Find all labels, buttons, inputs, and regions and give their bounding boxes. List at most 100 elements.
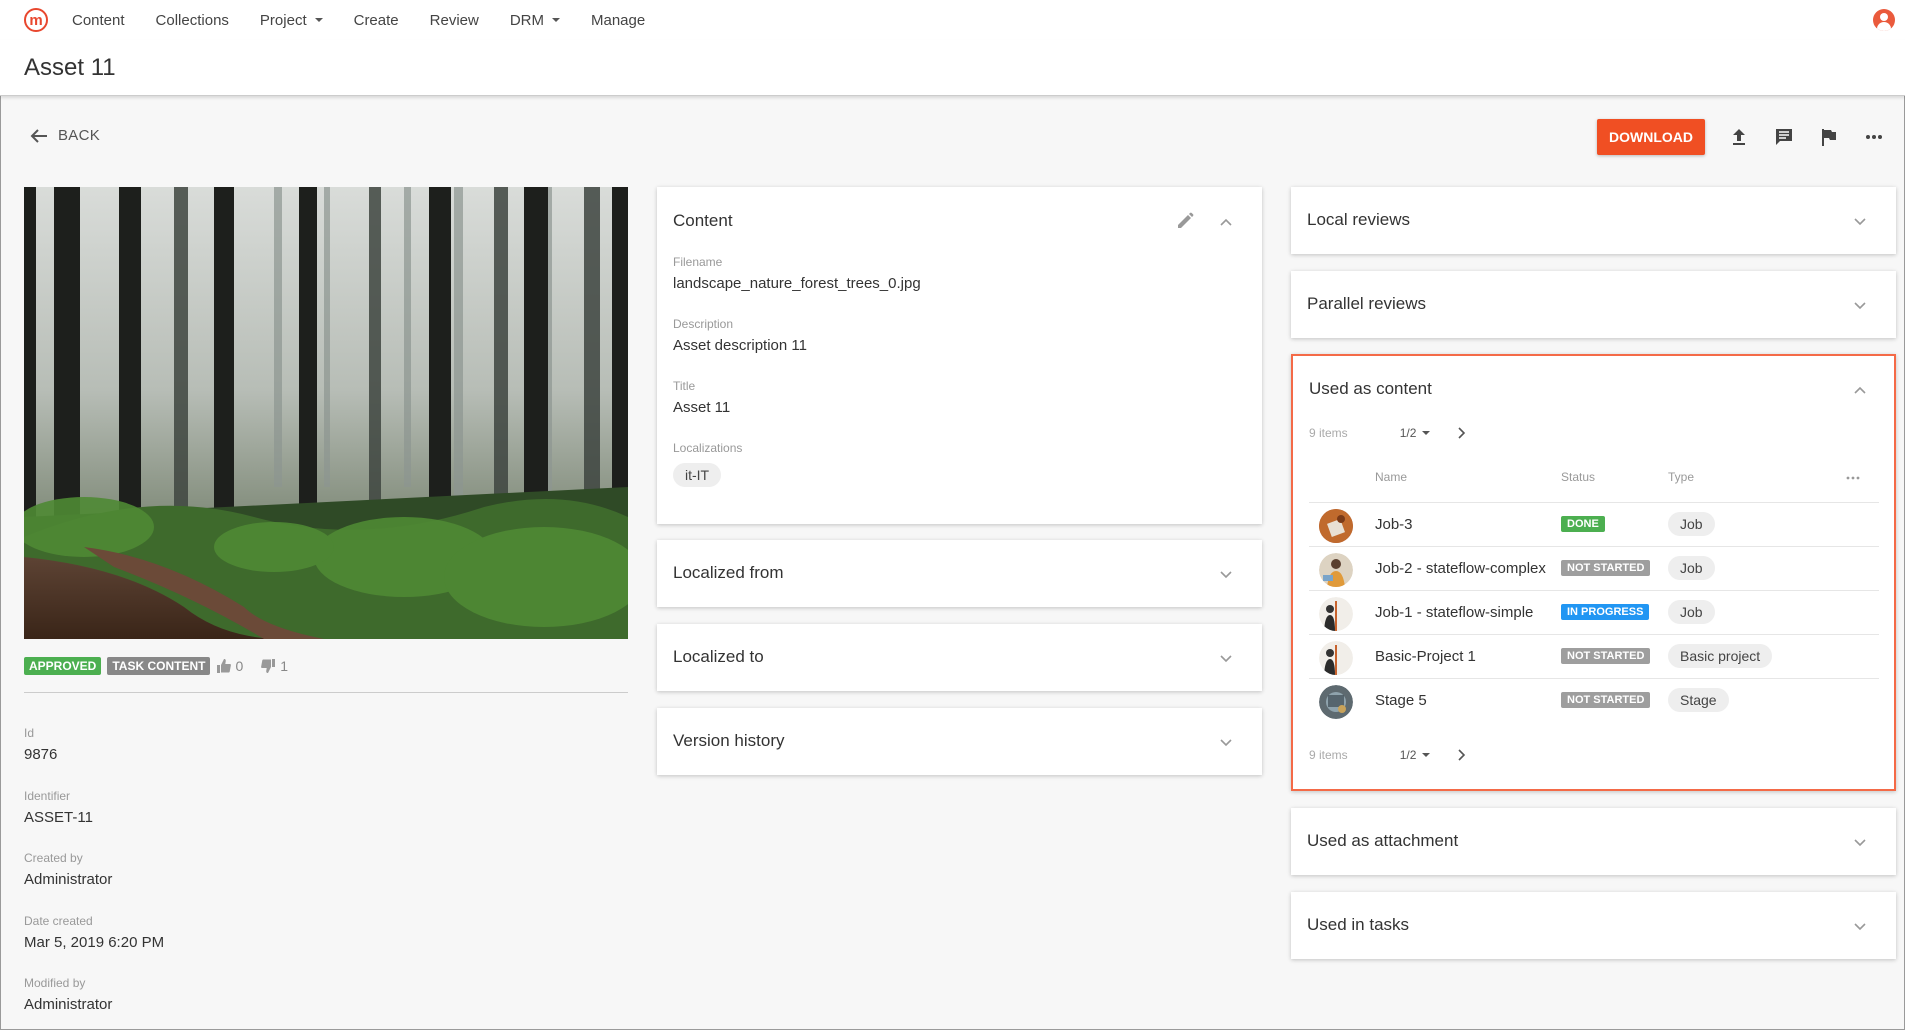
job-thumbnail xyxy=(1319,553,1353,587)
meta-label: Identifier xyxy=(24,788,71,803)
more-options-icon[interactable] xyxy=(1863,126,1885,148)
back-button[interactable]: BACK xyxy=(30,127,100,144)
download-button[interactable]: DOWNLOAD xyxy=(1597,119,1705,155)
version-history-card[interactable]: Version history xyxy=(657,708,1262,775)
upvote-button[interactable]: 0 xyxy=(216,658,243,674)
parallel-reviews-card[interactable]: Parallel reviews xyxy=(1291,271,1896,338)
meta-label: Id xyxy=(24,726,35,740)
chevron-right-icon[interactable] xyxy=(1456,749,1466,761)
nav-project[interactable]: Project xyxy=(260,12,323,29)
asset-preview-image[interactable] xyxy=(24,187,628,639)
row-name[interactable]: Job-2 - stateflow-complex xyxy=(1375,560,1546,577)
nav-create[interactable]: Create xyxy=(354,12,399,29)
localized-from-card[interactable]: Localized from xyxy=(657,540,1262,607)
downvote-count: 1 xyxy=(280,658,289,674)
page-select[interactable]: 1/2 xyxy=(1400,748,1431,762)
chevron-down-icon[interactable] xyxy=(1219,651,1233,665)
item-count: 9 items xyxy=(1309,748,1348,762)
status-badge: NOT STARTED xyxy=(1561,648,1651,664)
type-chip: Job xyxy=(1668,556,1715,580)
asset-toolbar: DOWNLOAD xyxy=(1597,119,1885,155)
used-in-tasks-card[interactable]: Used in tasks xyxy=(1291,892,1896,959)
used-as-attachment-card[interactable]: Used as attachment xyxy=(1291,808,1896,875)
table-row[interactable]: Stage 5 NOT STARTED Stage xyxy=(1309,678,1879,722)
pager-bottom: 9 items 1/2 xyxy=(1309,748,1466,762)
col-type[interactable]: Type xyxy=(1668,470,1694,484)
local-reviews-card[interactable]: Local reviews xyxy=(1291,187,1896,254)
chevron-up-icon[interactable] xyxy=(1853,383,1867,397)
meta-value: 9876 xyxy=(24,746,58,763)
pager-top: 9 items 1/2 xyxy=(1309,426,1466,440)
chevron-down-icon xyxy=(1422,753,1431,757)
arrow-left-icon xyxy=(30,128,47,143)
table-row[interactable]: Basic-Project 1 NOT STARTED Basic projec… xyxy=(1309,634,1879,678)
nav-collections[interactable]: Collections xyxy=(156,12,229,29)
localizations-label: Localizations xyxy=(673,441,743,455)
parallel-reviews-title: Parallel reviews xyxy=(1307,294,1427,313)
divider xyxy=(24,692,628,693)
table-row[interactable]: Job-3 DONE Job xyxy=(1309,502,1879,546)
used-as-attachment-title: Used as attachment xyxy=(1307,831,1459,850)
comment-icon[interactable] xyxy=(1773,126,1795,148)
meta-label: Modified by xyxy=(24,976,86,990)
status-badge: NOT STARTED xyxy=(1561,692,1651,708)
type-chip: Job xyxy=(1668,600,1715,624)
chevron-down-icon[interactable] xyxy=(1219,735,1233,749)
status-badge: NOT STARTED xyxy=(1561,560,1651,576)
downvote-button[interactable]: 1 xyxy=(261,658,288,674)
chevron-up-icon[interactable] xyxy=(1219,215,1233,229)
status-badge: IN PROGRESS xyxy=(1561,604,1650,620)
table-row[interactable]: Job-1 - stateflow-simple IN PROGRESS Job xyxy=(1309,590,1879,634)
thumbs-up-icon xyxy=(217,659,232,673)
type-chip: Job xyxy=(1668,512,1715,536)
localized-to-card[interactable]: Localized to xyxy=(657,624,1262,691)
chevron-down-icon xyxy=(1422,431,1431,435)
nav-content[interactable]: Content xyxy=(72,12,125,29)
meta-label: Date created xyxy=(24,913,93,928)
flag-icon[interactable] xyxy=(1818,126,1840,148)
row-name[interactable]: Job-1 - stateflow-simple xyxy=(1375,604,1533,621)
col-status[interactable]: Status xyxy=(1561,470,1595,484)
status-badge: DONE xyxy=(1561,516,1605,532)
asset-metadata: Id 9876 Identifier ASSET-11 Created by A… xyxy=(24,726,624,1030)
column-options-icon[interactable] xyxy=(1846,476,1860,480)
page-select[interactable]: 1/2 xyxy=(1400,426,1431,440)
brand-logo[interactable]: m xyxy=(24,8,48,32)
meta-value: Administrator xyxy=(24,871,113,888)
meta-modified-by: Modified by Administrator xyxy=(24,976,624,1030)
nav-manage[interactable]: Manage xyxy=(591,12,645,29)
chevron-down-icon[interactable] xyxy=(1219,567,1233,581)
meta-identifier: Identifier ASSET-11 xyxy=(24,789,624,852)
user-avatar-icon[interactable] xyxy=(1873,9,1895,31)
meta-value: Mar 5, 2019 6:20 PM xyxy=(24,933,165,951)
type-chip: Basic project xyxy=(1668,644,1773,668)
edit-icon[interactable] xyxy=(1176,212,1194,230)
meta-value: ASSET-11 xyxy=(24,808,93,826)
chevron-down-icon[interactable] xyxy=(1853,835,1867,849)
col-name[interactable]: Name xyxy=(1375,470,1407,484)
content-card-title: Content xyxy=(673,211,733,230)
chevron-right-icon[interactable] xyxy=(1456,427,1466,439)
filename-value: landscape_nature_forest_trees_0.jpg xyxy=(673,275,921,292)
row-name[interactable]: Basic-Project 1 xyxy=(1375,648,1476,665)
row-name[interactable]: Stage 5 xyxy=(1375,692,1427,709)
thumbs-down-icon xyxy=(261,659,276,673)
nav-review[interactable]: Review xyxy=(430,12,479,29)
meta-date-created: Date created Mar 5, 2019 6:20 PM xyxy=(24,914,624,977)
chevron-down-icon[interactable] xyxy=(1853,298,1867,312)
chevron-down-icon xyxy=(552,18,560,22)
table-row[interactable]: Job-2 - stateflow-complex NOT STARTED Jo… xyxy=(1309,546,1879,590)
row-name[interactable]: Job-3 xyxy=(1375,516,1413,533)
upload-icon[interactable] xyxy=(1728,126,1750,148)
back-label: BACK xyxy=(58,127,101,144)
meta-id: Id 9876 xyxy=(24,726,624,789)
job-thumbnail xyxy=(1319,597,1353,631)
chevron-down-icon[interactable] xyxy=(1853,919,1867,933)
used-in-tasks-title: Used in tasks xyxy=(1307,915,1410,934)
localization-chip[interactable]: it-IT xyxy=(673,463,722,487)
top-nav: m Content Collections Project Create Rev… xyxy=(0,0,1905,40)
nav-drm[interactable]: DRM xyxy=(510,12,560,29)
description-value: Asset description 11 xyxy=(673,337,807,354)
approved-badge: APPROVED xyxy=(24,657,102,675)
chevron-down-icon[interactable] xyxy=(1853,214,1867,228)
